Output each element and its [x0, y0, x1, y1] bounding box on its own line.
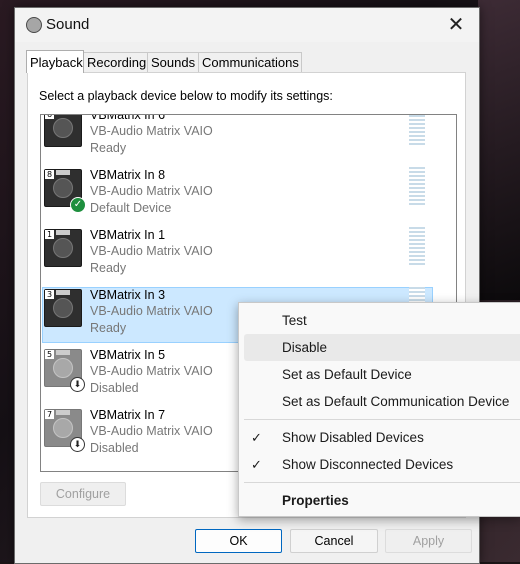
device-item[interactable]: 1 VBMatrix In 1 VB-Audio Matrix VAIO Rea…: [41, 225, 456, 285]
ok-button[interactable]: OK: [195, 529, 282, 553]
tab-recording[interactable]: Recording: [83, 52, 148, 73]
tab-playback[interactable]: Playback: [26, 50, 84, 73]
menu-item-set-default-communication[interactable]: Set as Default Communication Device: [244, 388, 520, 415]
crown-icon: [56, 230, 70, 235]
menu-item-show-disabled[interactable]: ✓ Show Disabled Devices: [244, 424, 520, 451]
window-title: Sound: [46, 16, 90, 33]
connector-socket: [53, 358, 73, 378]
device-driver: VB-Audio Matrix VAIO: [90, 244, 213, 258]
menu-separator: [244, 419, 520, 420]
device-status: Ready: [90, 261, 127, 275]
xlr-connector-icon: 6: [44, 114, 82, 147]
device-name: VBMatrix In 5: [90, 348, 166, 362]
device-status: Ready: [90, 321, 127, 335]
device-number-badge: 5: [45, 350, 54, 359]
default-check-icon: ✓: [70, 197, 86, 213]
volume-meter: [409, 115, 425, 147]
xlr-connector-icon: 5 ⬇: [44, 349, 85, 392]
device-status: Disabled: [90, 441, 139, 455]
device-name: VBMatrix In 3: [90, 288, 166, 302]
menu-item-label: Show Disconnected Devices: [282, 457, 454, 472]
volume-meter: [409, 167, 425, 207]
close-button[interactable]: ✕: [433, 8, 479, 42]
connector-socket: [53, 418, 73, 438]
menu-item-label: Test: [282, 313, 307, 328]
tab-sounds[interactable]: Sounds: [147, 52, 199, 73]
device-item[interactable]: 6 VBMatrix In 6 VB-Audio Matrix VAIO Rea…: [41, 114, 456, 165]
crown-icon: [56, 290, 70, 295]
context-menu: Test Disable Set as Default Device Set a…: [238, 302, 520, 517]
speaker-icon: [26, 17, 42, 33]
device-status: Default Device: [90, 201, 172, 215]
device-name: VBMatrix In 7: [90, 408, 166, 422]
instruction-text: Select a playback device below to modify…: [39, 89, 333, 103]
device-name: VBMatrix In 8: [90, 168, 166, 182]
connector-socket: [53, 238, 73, 258]
crown-icon: [56, 114, 70, 115]
device-number-badge: 6: [45, 115, 54, 119]
xlr-connector-icon: 3: [44, 289, 82, 327]
checkmark-icon: ✓: [251, 430, 262, 445]
menu-item-set-default[interactable]: Set as Default Device: [244, 361, 520, 388]
menu-item-test[interactable]: Test: [244, 307, 520, 334]
menu-item-show-disconnected[interactable]: ✓ Show Disconnected Devices: [244, 451, 520, 478]
menu-separator: [244, 482, 520, 483]
xlr-connector-icon: 1: [44, 229, 82, 267]
configure-button[interactable]: Configure: [40, 482, 126, 506]
device-driver: VB-Audio Matrix VAIO: [90, 184, 213, 198]
menu-item-label: Properties: [282, 493, 349, 508]
device-name: VBMatrix In 6: [90, 114, 166, 122]
checkmark-icon: ✓: [251, 457, 262, 472]
desktop-background-shape: [478, 0, 520, 300]
device-number-badge: 7: [45, 410, 54, 419]
connector-socket: [53, 178, 73, 198]
xlr-connector-icon: 7 ⬇: [44, 409, 85, 452]
title-bar[interactable]: Sound ✕: [15, 8, 479, 42]
xlr-connector-icon: 8 ✓: [44, 169, 86, 213]
tab-communications[interactable]: Communications: [198, 52, 302, 73]
device-driver: VB-Audio Matrix VAIO: [90, 424, 213, 438]
menu-item-properties[interactable]: Properties: [244, 487, 520, 514]
device-number-badge: 3: [45, 290, 54, 299]
device-status: Ready: [90, 141, 127, 155]
device-driver: VB-Audio Matrix VAIO: [90, 124, 213, 138]
device-item[interactable]: 8 ✓ VBMatrix In 8 VB-Audio Matrix VAIO D…: [41, 165, 456, 225]
connector-socket: [53, 298, 73, 318]
connector-socket: [53, 118, 73, 138]
device-number-badge: 1: [45, 230, 54, 239]
crown-icon: [56, 410, 70, 415]
menu-item-label: Set as Default Device: [282, 367, 412, 382]
apply-button[interactable]: Apply: [385, 529, 472, 553]
device-driver: VB-Audio Matrix VAIO: [90, 304, 213, 318]
crown-icon: [56, 170, 70, 175]
device-status: Disabled: [90, 381, 139, 395]
menu-item-label: Set as Default Communication Device: [282, 394, 510, 409]
disabled-arrow-icon: ⬇: [70, 437, 85, 452]
menu-item-label: Show Disabled Devices: [282, 430, 424, 445]
device-number-badge: 8: [45, 170, 54, 179]
crown-icon: [56, 350, 70, 355]
cancel-button[interactable]: Cancel: [290, 529, 378, 553]
device-name: VBMatrix In 1: [90, 228, 166, 242]
menu-item-label: Disable: [282, 340, 328, 355]
disabled-arrow-icon: ⬇: [70, 377, 85, 392]
volume-meter: [409, 227, 425, 267]
device-driver: VB-Audio Matrix VAIO: [90, 364, 213, 378]
menu-item-disable[interactable]: Disable: [244, 334, 520, 361]
